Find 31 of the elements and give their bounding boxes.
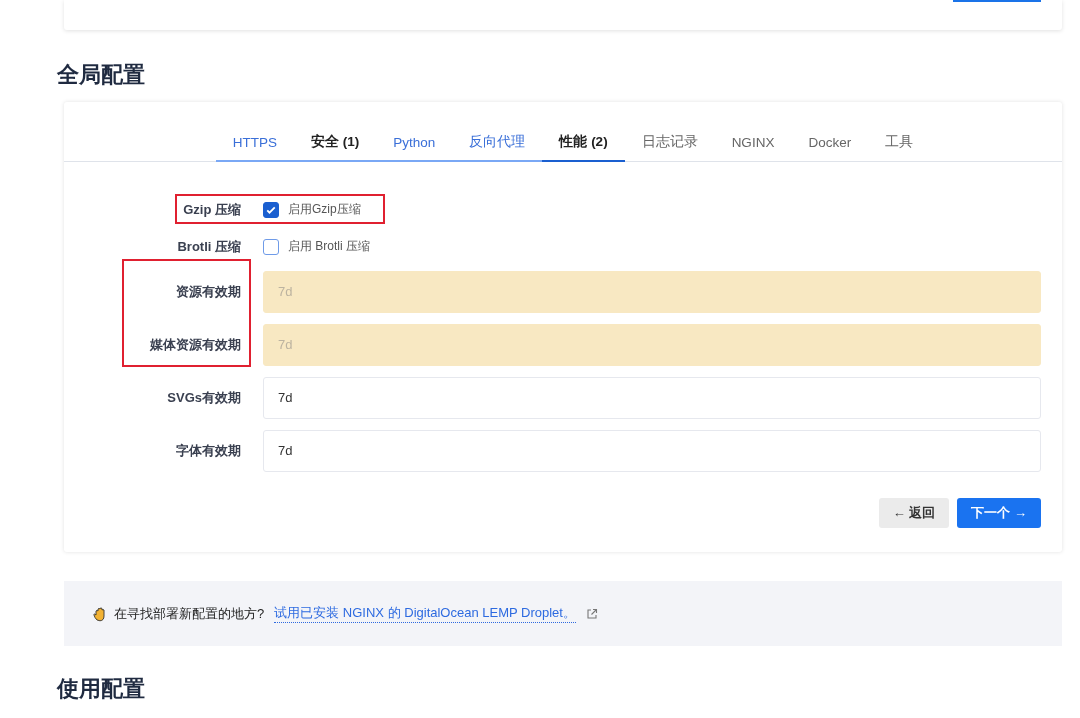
section-heading: 使用配置 [57, 675, 146, 703]
field-label: Brotli 压缩 [177, 239, 241, 254]
input-field[interactable]: 7d [263, 429, 1041, 472]
field-label: SVGs有效期 [167, 390, 241, 405]
tab[interactable]: Python [376, 125, 453, 162]
checkbox-label: 启用 Brotli 压缩 [288, 238, 370, 255]
input-field[interactable]: 7d [263, 270, 1041, 313]
tab[interactable]: 工具 [868, 125, 931, 162]
input-field[interactable]: 7d [263, 376, 1041, 419]
tab[interactable]: NGINX [714, 125, 792, 162]
field-label: 媒体资源有效期 [150, 337, 241, 352]
tab[interactable]: 性能 (2) [542, 125, 625, 162]
tab[interactable]: 日志记录 [624, 125, 715, 162]
checkbox[interactable] [263, 201, 279, 218]
waving-hand-icon [92, 605, 108, 622]
field-label: 字体有效期 [176, 443, 241, 458]
checkbox-label: 启用Gzip压缩 [288, 201, 361, 218]
droplet-link[interactable]: 试用已安装 NGINX 的 DigitalOcean LEMP Droplet。 [274, 604, 576, 623]
section-heading: 全局配置 [57, 61, 146, 89]
tab[interactable]: HTTPS [215, 125, 295, 162]
back-button[interactable]: ← 返回 [878, 498, 950, 528]
field-label: Gzip 压缩 [183, 202, 241, 217]
next-button[interactable]: 下一个 → [957, 498, 1041, 528]
tab[interactable]: 反向代理 [452, 125, 543, 162]
checkbox[interactable] [263, 238, 279, 255]
field-label: 资源有效期 [176, 284, 241, 299]
notice-text: 在寻找部署新配置的地方? [114, 604, 265, 623]
external-link-icon [585, 607, 598, 620]
tab[interactable]: 安全 (1) [294, 125, 377, 162]
tab[interactable]: Docker [791, 125, 869, 162]
input-field[interactable]: 7d [263, 323, 1041, 366]
